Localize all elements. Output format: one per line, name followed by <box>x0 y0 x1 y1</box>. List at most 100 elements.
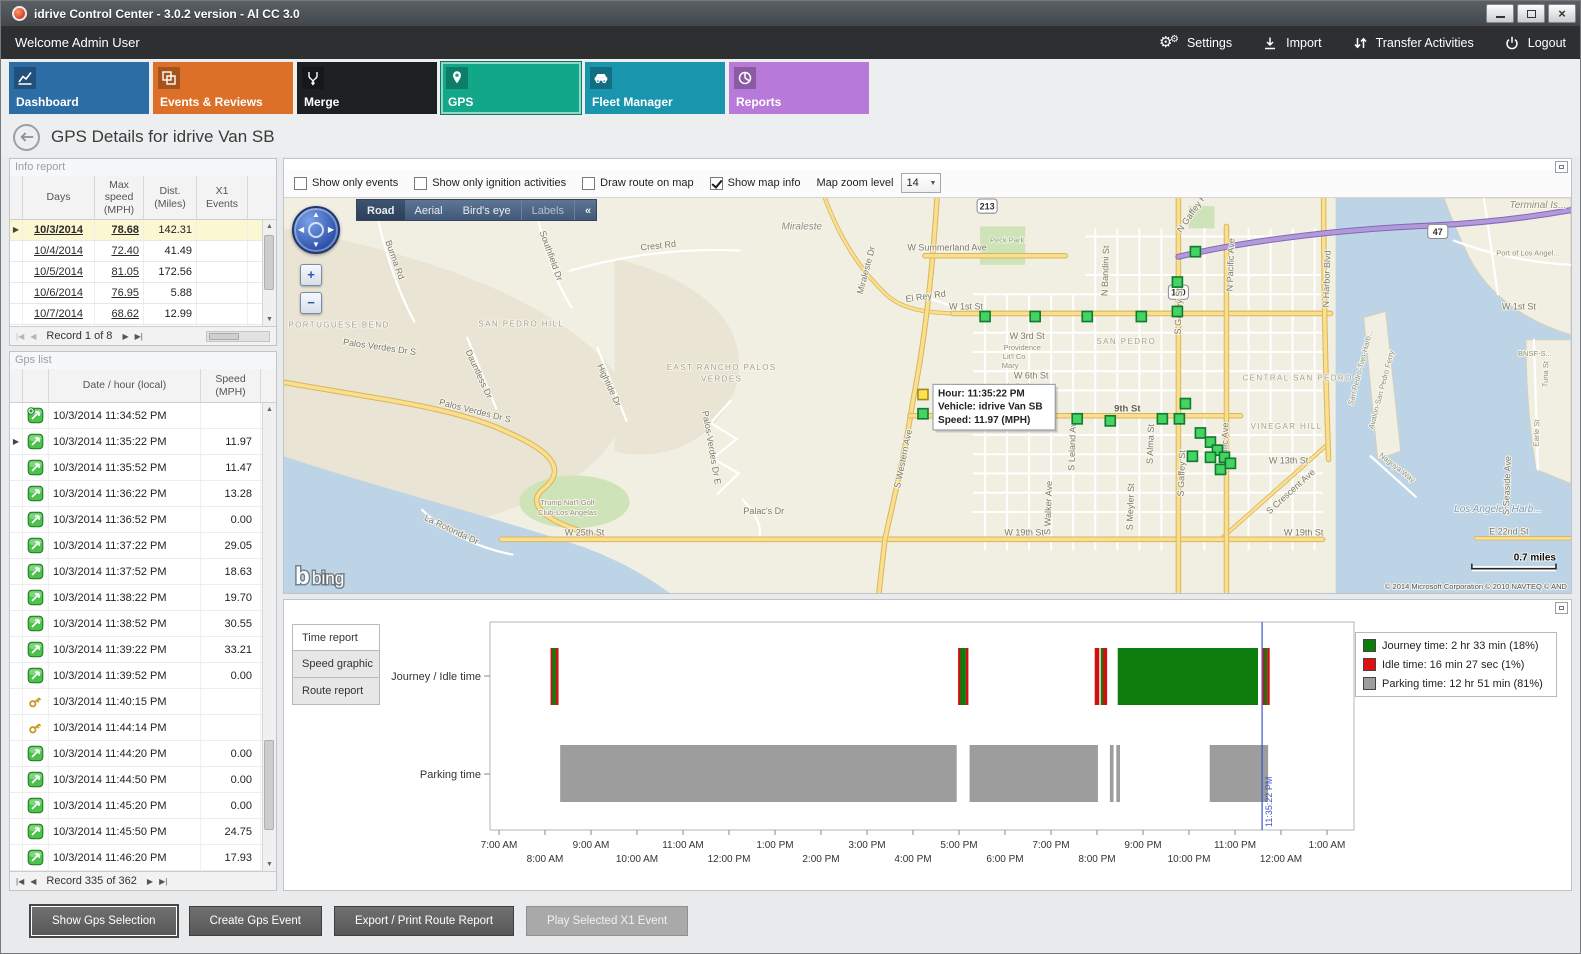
next-page-button[interactable]: ▶ <box>122 332 128 341</box>
route-marker[interactable] <box>1215 464 1225 474</box>
pan-down-icon[interactable]: ▼ <box>312 241 320 249</box>
transfer-activities-button[interactable]: Transfer Activities <box>1352 35 1474 51</box>
tab-fleet-manager[interactable]: Fleet Manager <box>585 62 725 114</box>
last-page-button[interactable]: ▶| <box>135 332 143 341</box>
pan-left-icon[interactable]: ◀ <box>298 226 304 234</box>
info-report-vertical-scrollbar[interactable]: ▲ ▼ <box>262 220 276 326</box>
gps-list-row[interactable]: ▶10/3/2014 11:35:22 PM11.97 <box>10 429 262 455</box>
prev-page-button[interactable]: ◀ <box>30 877 36 886</box>
first-page-button[interactable]: |◀ <box>16 332 24 341</box>
gps-list-row[interactable]: 10/3/2014 11:45:20 PM0.00 <box>10 793 262 819</box>
gps-list-row[interactable]: 10/3/2014 11:45:50 PM24.75 <box>10 819 262 845</box>
info-report-row[interactable]: 10/7/201468.6212.99 <box>10 304 262 325</box>
column-x1-events[interactable]: X1 Events <box>197 176 248 219</box>
gps-list-row[interactable]: 10/3/2014 11:36:22 PM13.28 <box>10 481 262 507</box>
route-marker[interactable] <box>1030 311 1040 321</box>
route-marker[interactable] <box>1190 247 1200 257</box>
max-speed-cell[interactable]: 81.05 <box>95 262 144 282</box>
import-button[interactable]: Import <box>1262 35 1321 51</box>
gps-list-row[interactable]: 10/3/2014 11:44:50 PM0.00 <box>10 767 262 793</box>
gps-list-row[interactable]: 10/3/2014 11:37:22 PM29.05 <box>10 533 262 559</box>
show-gps-selection-button[interactable]: Show Gps Selection <box>31 906 177 936</box>
route-marker[interactable] <box>1082 311 1092 321</box>
tab-merge[interactable]: Merge <box>297 62 437 114</box>
minimize-button[interactable] <box>1486 4 1514 23</box>
max-speed-cell[interactable]: 76.95 <box>95 283 144 303</box>
selected-route-marker[interactable] <box>918 389 928 399</box>
column-speed[interactable]: Speed (MPH) <box>201 369 261 402</box>
show-only-events-checkbox[interactable] <box>294 177 307 190</box>
gps-list-vertical-scrollbar[interactable]: ▲ ▼ <box>262 403 276 871</box>
column-distance[interactable]: Dist. (Miles) <box>144 176 197 219</box>
gps-list-row[interactable]: 10/3/2014 11:46:20 PM17.93 <box>10 845 262 871</box>
scroll-up-icon[interactable]: ▲ <box>263 220 276 233</box>
map-style-labels[interactable]: Labels <box>521 200 574 220</box>
pan-up-icon[interactable]: ▲ <box>312 211 320 219</box>
scroll-down-icon[interactable]: ▼ <box>263 313 276 326</box>
logout-button[interactable]: Logout <box>1504 35 1566 51</box>
tab-speed-graphic[interactable]: Speed graphic <box>292 651 380 678</box>
route-marker[interactable] <box>1195 428 1205 438</box>
map-canvas[interactable]: 21311047MiralesteMiraleste DrPeck ParkW … <box>284 197 1571 593</box>
max-speed-cell[interactable]: 68.62 <box>95 304 144 324</box>
route-marker[interactable] <box>1225 458 1235 468</box>
route-marker[interactable] <box>1205 452 1215 462</box>
show-map-info-option[interactable]: Show map info <box>710 177 801 190</box>
route-marker[interactable] <box>1180 399 1190 409</box>
scroll-down-icon[interactable]: ▼ <box>263 858 276 871</box>
gps-list-row[interactable]: 10/3/2014 11:44:20 PM0.00 <box>10 741 262 767</box>
maximize-button[interactable] <box>1517 4 1545 23</box>
gps-list-row[interactable]: 10/3/2014 11:44:14 PM <box>10 715 262 741</box>
map-style-aerial[interactable]: Aerial <box>405 200 453 220</box>
close-button[interactable]: × <box>1548 4 1576 23</box>
route-marker[interactable] <box>1136 311 1146 321</box>
route-marker[interactable] <box>1187 451 1197 461</box>
tab-time-report[interactable]: Time report <box>292 624 380 651</box>
pan-right-icon[interactable]: ▶ <box>328 226 334 234</box>
gps-list-row[interactable]: 10/3/2014 11:36:52 PM0.00 <box>10 507 262 533</box>
first-page-button[interactable]: |◀ <box>16 877 24 886</box>
horizontal-scrollbar[interactable] <box>206 331 270 342</box>
day-cell[interactable]: 10/6/2014 <box>23 283 95 303</box>
map-compass-control[interactable]: ▲ ▼ ◀ ▶ <box>292 206 340 254</box>
tab-events-reviews[interactable]: Events & Reviews <box>153 62 293 114</box>
route-marker[interactable] <box>1172 306 1182 316</box>
next-page-button[interactable]: ▶ <box>147 877 153 886</box>
tab-route-report[interactable]: Route report <box>292 678 380 705</box>
map-style-road[interactable]: Road <box>357 200 405 220</box>
create-gps-event-button[interactable]: Create Gps Event <box>189 906 322 936</box>
settings-button[interactable]: ⚙⚙ Settings <box>1159 34 1232 52</box>
info-report-row[interactable]: 10/6/201476.955.88 <box>10 283 262 304</box>
route-marker[interactable] <box>980 311 990 321</box>
map-style-birds-eye[interactable]: Bird's eye <box>453 200 521 220</box>
draw-route-checkbox[interactable] <box>582 177 595 190</box>
show-map-info-checkbox[interactable] <box>710 177 723 190</box>
route-marker[interactable] <box>1072 414 1082 424</box>
back-button[interactable] <box>13 124 40 151</box>
scrollbar-thumb[interactable] <box>264 235 274 290</box>
panel-collapse-button[interactable] <box>1555 602 1568 614</box>
draw-route-option[interactable]: Draw route on map <box>582 177 694 190</box>
route-marker[interactable] <box>1157 414 1167 424</box>
day-cell[interactable]: 10/5/2014 <box>23 262 95 282</box>
prev-page-button[interactable]: ◀ <box>30 332 36 341</box>
max-speed-cell[interactable]: 72.40 <box>95 241 144 261</box>
route-marker[interactable] <box>1172 277 1182 287</box>
gps-list-row[interactable]: 10/3/2014 11:35:52 PM11.47 <box>10 455 262 481</box>
zoom-out-button[interactable]: − <box>300 292 322 314</box>
column-date-hour[interactable]: Date / hour (local) <box>49 369 201 402</box>
scroll-up-icon[interactable]: ▲ <box>263 403 276 416</box>
gps-list-row[interactable]: 10/3/2014 11:38:22 PM19.70 <box>10 585 262 611</box>
show-only-ignition-option[interactable]: Show only ignition activities <box>414 177 566 190</box>
panel-collapse-button[interactable] <box>1555 161 1568 173</box>
gps-list-row[interactable]: 10/3/2014 11:40:15 PM <box>10 689 262 715</box>
column-days[interactable]: Days <box>23 176 95 219</box>
map-bar-collapse-button[interactable]: « <box>574 200 596 220</box>
show-only-ignition-checkbox[interactable] <box>414 177 427 190</box>
scrollbar-thumb[interactable] <box>209 333 239 340</box>
info-report-row[interactable]: ▶10/3/201478.68142.31 <box>10 220 262 241</box>
info-report-row[interactable]: 10/5/201481.05172.56 <box>10 262 262 283</box>
route-marker[interactable] <box>1105 416 1115 426</box>
gps-list-row[interactable]: 10/3/2014 11:37:52 PM18.63 <box>10 559 262 585</box>
tab-gps[interactable]: GPS <box>441 62 581 114</box>
